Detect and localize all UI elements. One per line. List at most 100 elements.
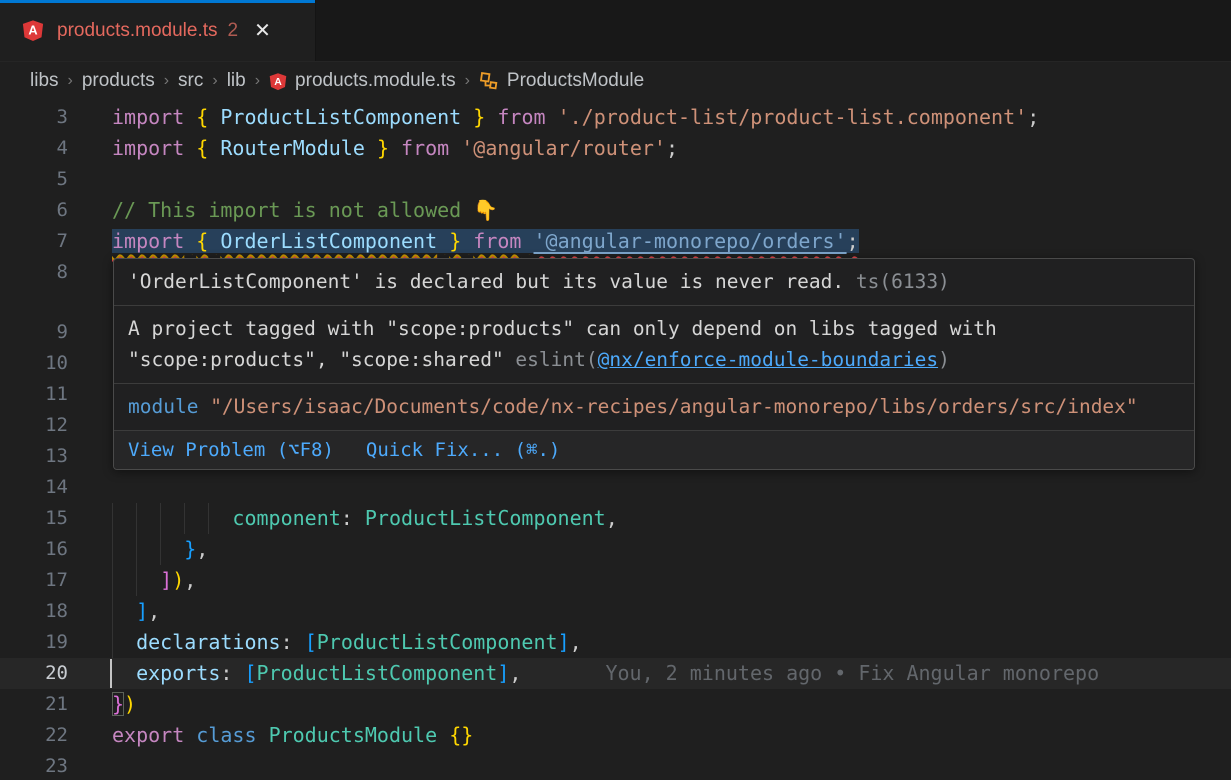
code-token: } (473, 105, 485, 129)
code-token: , (148, 599, 160, 623)
code-line-content: import { OrderListComponent } from '@ang… (112, 226, 1231, 257)
ts-diagnostic-text: 'OrderListComponent' is declared but its… (128, 270, 844, 293)
line-number: 22 (0, 720, 112, 751)
code-line-content: export class ProductsModule {} (112, 720, 1231, 751)
tab-title: products.module.ts (57, 20, 218, 42)
breadcrumb-item-src[interactable]: src (178, 70, 203, 92)
code-line[interactable]: 7import { OrderListComponent } from '@an… (0, 226, 1231, 257)
code-editor[interactable]: 3import { ProductListComponent } from '.… (0, 100, 1231, 780)
line-number: 8 (0, 257, 112, 288)
code-line[interactable]: 22export class ProductsModule {} (0, 720, 1231, 751)
line-number: 20 (0, 658, 112, 689)
code-token (449, 136, 461, 160)
code-line[interactable]: 18 ], (0, 596, 1231, 627)
code-token: export (112, 723, 184, 747)
code-line-content: ], (112, 596, 1231, 627)
eslint-rule-link[interactable]: @nx/enforce-module-boundaries (598, 348, 938, 371)
code-token (184, 723, 196, 747)
tab-bar: A products.module.ts 2 ✕ (0, 0, 1231, 62)
line-number: 16 (0, 534, 112, 565)
code-line[interactable]: 5 (0, 164, 1231, 195)
code-token (461, 229, 473, 253)
code-line[interactable]: 15 component: ProductListComponent, (0, 503, 1231, 534)
code-token: } (449, 229, 461, 253)
code-line[interactable]: 19 declarations: [ProductListComponent], (0, 627, 1231, 658)
code-token (437, 723, 449, 747)
line-number: 23 (0, 751, 112, 780)
line-number: 15 (0, 503, 112, 534)
svg-text:A: A (28, 23, 37, 38)
code-token: RouterModule (220, 136, 365, 160)
indent-guide (112, 565, 113, 596)
code-line-content (112, 472, 1231, 503)
code-token (521, 229, 533, 253)
indent-guide (136, 565, 137, 596)
eslint-source-prefix: eslint( (515, 348, 597, 371)
code-token (389, 136, 401, 160)
code-line[interactable]: 17 ]), (0, 565, 1231, 596)
code-token: ; (1027, 105, 1039, 129)
code-token (208, 229, 220, 253)
svg-text:A: A (274, 75, 282, 87)
code-token: component (232, 506, 340, 530)
breadcrumb-symbol-label: ProductsModule (507, 70, 644, 92)
code-token: : (281, 630, 305, 654)
breadcrumb: libs › products › src › lib › A products… (0, 62, 1231, 100)
indent-guide (112, 503, 113, 534)
breadcrumb-item-symbol[interactable]: ProductsModule (479, 70, 644, 92)
close-icon[interactable]: ✕ (254, 21, 271, 41)
line-number: 7 (0, 226, 112, 257)
indent-guide (208, 503, 209, 534)
code-token: } (184, 537, 196, 561)
line-number: 12 (0, 410, 112, 441)
code-line[interactable]: 14 (0, 472, 1231, 503)
code-token (546, 105, 558, 129)
line-number: 11 (0, 379, 112, 410)
breadcrumb-item-products[interactable]: products (82, 70, 155, 92)
code-line-content (112, 164, 1231, 195)
line-number: 9 (0, 317, 112, 348)
indent-guide (160, 534, 161, 565)
ts-error-code: ts(6133) (844, 270, 950, 293)
code-line-content: exports: [ProductListComponent],You, 2 m… (112, 658, 1231, 689)
code-line[interactable]: 6// This import is not allowed 👇 (0, 195, 1231, 226)
code-token: import (112, 105, 184, 129)
code-token: : (220, 661, 244, 685)
code-token: declarations (136, 630, 281, 654)
breadcrumb-item-lib[interactable]: lib (227, 70, 246, 92)
indent-guide (112, 627, 113, 658)
code-token: ProductListComponent (317, 630, 558, 654)
code-line[interactable]: 4import { RouterModule } from '@angular/… (0, 133, 1231, 164)
line-number: 19 (0, 627, 112, 658)
view-problem-button[interactable]: View Problem (⌥F8) (128, 437, 334, 463)
code-token: ProductListComponent (220, 105, 461, 129)
code-token: // This import is not allowed 👇 (112, 198, 498, 222)
quick-fix-button[interactable]: Quick Fix... (⌘.) (366, 437, 560, 463)
code-line[interactable]: 3import { ProductListComponent } from '.… (0, 102, 1231, 133)
code-line[interactable]: 16 }, (0, 534, 1231, 565)
code-token: : (341, 506, 365, 530)
breadcrumb-separator: › (255, 72, 260, 90)
code-line-content: ]), (112, 565, 1231, 596)
error-hover-popup: 'OrderListComponent' is declared but its… (113, 258, 1195, 470)
code-token: } (377, 136, 389, 160)
breadcrumb-separator: › (212, 72, 217, 90)
tab-products-module[interactable]: A products.module.ts 2 ✕ (0, 0, 316, 61)
code-token: ] (497, 661, 509, 685)
code-token: from (497, 105, 545, 129)
indent-guide (112, 534, 113, 565)
code-line[interactable]: 21}) (0, 689, 1231, 720)
breadcrumb-item-file[interactable]: A products.module.ts (269, 70, 456, 92)
breadcrumb-item-libs[interactable]: libs (30, 70, 59, 92)
code-token: '@angular/router' (461, 136, 666, 160)
code-line[interactable]: 20 exports: [ProductListComponent],You, … (0, 658, 1231, 689)
code-line[interactable]: 23 (0, 751, 1231, 780)
code-token: ProductsModule (269, 723, 438, 747)
code-token: import (112, 229, 184, 253)
class-symbol-icon (479, 71, 499, 91)
ts-diagnostic-message: 'OrderListComponent' is declared but its… (114, 259, 1194, 306)
line-number: 13 (0, 441, 112, 472)
module-path-string: "/Users/isaac/Documents/code/nx-recipes/… (198, 395, 1137, 418)
code-token: {} (449, 723, 473, 747)
code-token: ; (666, 136, 678, 160)
